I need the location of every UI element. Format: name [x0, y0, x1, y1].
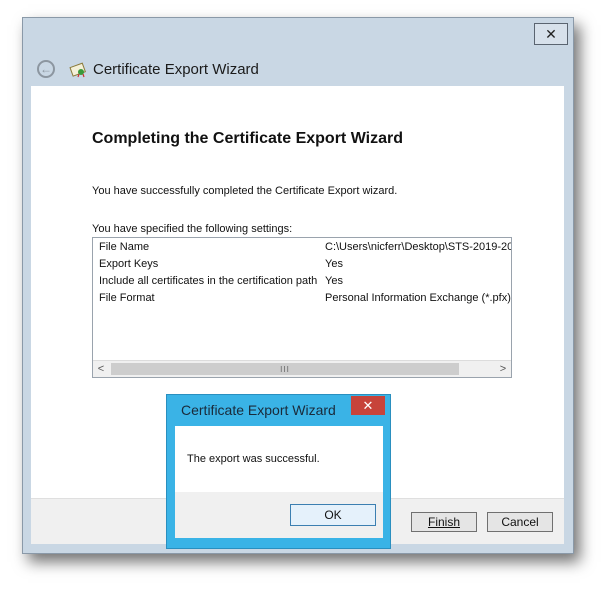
- cancel-button-label: Cancel: [501, 515, 539, 529]
- setting-value: Yes: [325, 275, 343, 287]
- dialog-footer: OK: [175, 492, 383, 538]
- grip-icon: III: [280, 364, 290, 374]
- setting-key: File Format: [99, 292, 155, 304]
- dialog-message: The export was successful.: [187, 453, 320, 465]
- chevron-right-icon: >: [499, 363, 507, 375]
- close-icon: ✕: [545, 25, 557, 42]
- finish-button-label: Finish: [427, 515, 460, 529]
- setting-key: Include all certificates in the certific…: [99, 275, 318, 287]
- settings-row: Include all certificates in the certific…: [99, 275, 509, 292]
- horizontal-scrollbar[interactable]: < III >: [93, 360, 511, 377]
- cancel-button[interactable]: Cancel: [487, 512, 553, 532]
- success-text: You have successfully completed the Cert…: [92, 185, 398, 197]
- back-button[interactable]: ←: [37, 60, 55, 78]
- wizard-header: ← Certificate Export Wizard: [31, 53, 564, 85]
- export-success-dialog: Certificate Export Wizard ✕ The export w…: [166, 394, 391, 549]
- settings-row: File Format Personal Information Exchang…: [99, 292, 511, 309]
- settings-row: Export Keys Yes: [99, 258, 509, 275]
- setting-key: Export Keys: [99, 258, 159, 270]
- page-heading: Completing the Certificate Export Wizard: [92, 130, 403, 147]
- wizard-title: Certificate Export Wizard: [93, 60, 259, 78]
- setting-key: File Name: [99, 241, 150, 253]
- scrollbar-thumb[interactable]: III: [111, 363, 459, 375]
- dialog-content: The export was successful.: [175, 426, 383, 492]
- setting-value: C:\Users\nicferr\Desktop\STS-2019-20: [325, 241, 511, 253]
- finish-button[interactable]: Finish: [411, 512, 477, 532]
- scroll-right-button[interactable]: >: [495, 361, 511, 377]
- dialog-title: Certificate Export Wizard: [181, 402, 336, 418]
- setting-value: Personal Information Exchange (*.pfx): [325, 292, 511, 304]
- chevron-left-icon: <: [97, 363, 105, 375]
- wizard-close-button[interactable]: ✕: [534, 23, 568, 45]
- dialog-close-button[interactable]: ✕: [351, 396, 385, 415]
- back-arrow-icon: ←: [40, 62, 52, 76]
- close-icon: ✕: [362, 397, 374, 413]
- settings-list[interactable]: File Name C:\Users\nicferr\Desktop\STS-2…: [92, 237, 512, 378]
- setting-value: Yes: [325, 258, 343, 270]
- settings-row: File Name C:\Users\nicferr\Desktop\STS-2…: [99, 241, 511, 258]
- ok-button-label: OK: [324, 508, 342, 522]
- certificate-icon: [69, 62, 86, 78]
- settings-label: You have specified the following setting…: [92, 223, 293, 235]
- scroll-left-button[interactable]: <: [93, 361, 109, 377]
- ok-button[interactable]: OK: [290, 504, 376, 526]
